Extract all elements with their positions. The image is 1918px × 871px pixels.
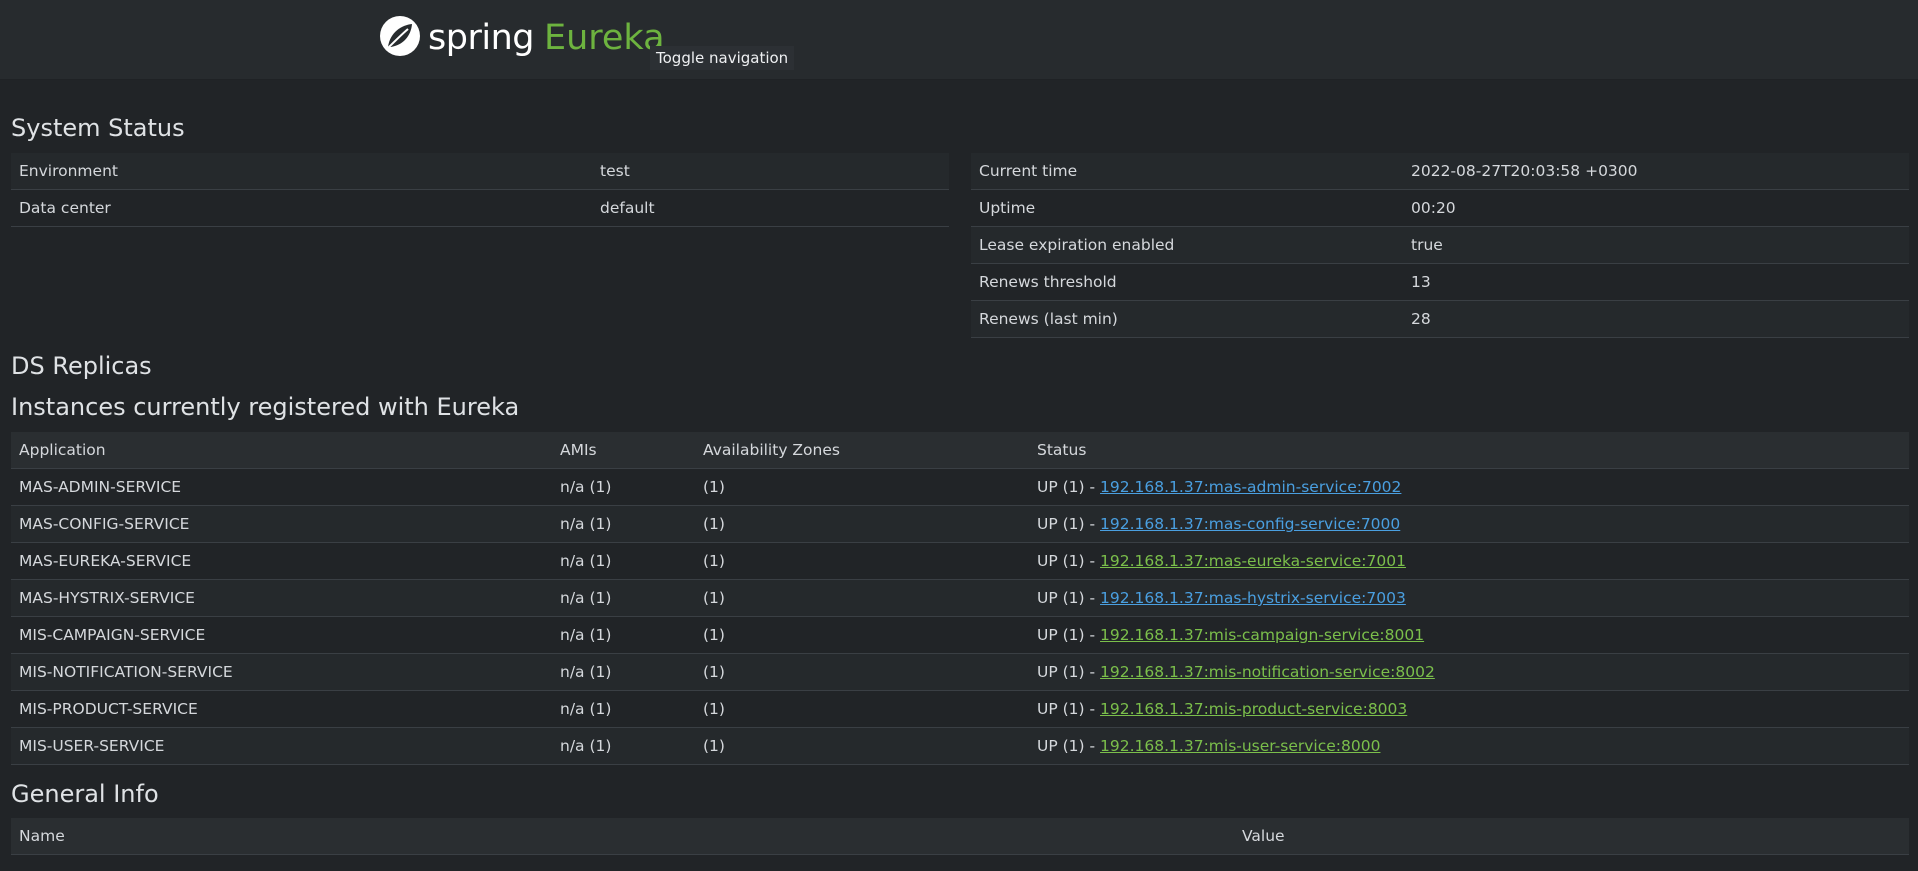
table-row: MIS-PRODUCT-SERVICE n/a (1) (1) UP (1) - 19… (11, 690, 1909, 728)
zones-cell: (1) (695, 690, 1029, 728)
general-info-table: Name Value (11, 818, 1909, 855)
zones-cell: (1) (695, 653, 1029, 691)
application-name: MIS-NOTIFICATION-SERVICE (11, 653, 552, 691)
status-text: UP (1) - (1037, 515, 1101, 533)
status-row: Environment test (11, 153, 949, 190)
column-header-application: Application (11, 432, 552, 469)
general-info-heading: General Info (11, 780, 159, 808)
status-cell: UP (1) - 192.168.1.37:mis-user-service:8… (1029, 727, 1909, 765)
table-row: MAS-HYSTRIX-SERVICE n/a (1) (1) UP (1) - 19… (11, 579, 1909, 617)
table-row: MAS-ADMIN-SERVICE n/a (1) (1) UP (1) - 192.… (11, 468, 1909, 506)
zones-cell: (1) (695, 727, 1029, 765)
instances-heading: Instances currently registered with Eure… (11, 393, 520, 421)
instance-link[interactable]: 192.168.1.37:mis-user-service:8000 (1100, 737, 1380, 755)
status-text: UP (1) - (1037, 478, 1101, 496)
status-value: test (592, 153, 949, 190)
status-row: Renews threshold 13 (971, 263, 1909, 301)
application-name: MIS-USER-SERVICE (11, 727, 552, 765)
status-cell: UP (1) - 192.168.1.37:mas-admin-service:… (1029, 468, 1909, 506)
instance-link[interactable]: 192.168.1.37:mis-notification-service:80… (1100, 663, 1435, 681)
instances-table: Application AMIs Availability Zones Stat… (11, 432, 1909, 765)
status-cell: UP (1) - 192.168.1.37:mas-hystrix-servic… (1029, 579, 1909, 617)
instance-link[interactable]: 192.168.1.37:mis-product-service:8003 (1100, 700, 1407, 718)
amis-cell: n/a (1) (552, 690, 695, 728)
application-name: MIS-CAMPAIGN-SERVICE (11, 616, 552, 654)
status-text: UP (1) - (1037, 589, 1101, 607)
instance-link[interactable]: 192.168.1.37:mas-eureka-service:7001 (1100, 552, 1406, 570)
column-header-status: Status (1029, 432, 1909, 469)
instance-link[interactable]: 192.168.1.37:mas-hystrix-service:7003 (1100, 589, 1406, 607)
status-label: Uptime (971, 189, 1403, 227)
status-text: UP (1) - (1037, 663, 1101, 681)
column-header-name: Name (11, 818, 1234, 855)
table-row: MIS-USER-SERVICE n/a (1) (1) UP (1) - 192.1… (11, 727, 1909, 765)
system-status-right-table: Current time 2022-08-27T20:03:58 +0300 Upt… (971, 153, 1909, 338)
status-cell: UP (1) - 192.168.1.37:mis-product-servic… (1029, 690, 1909, 728)
status-cell: UP (1) - 192.168.1.37:mas-config-service… (1029, 505, 1909, 543)
toggle-navigation-button[interactable]: Toggle navigation (650, 46, 795, 70)
brand-eureka-text: Eureka (543, 18, 665, 58)
table-row: MAS-EUREKA-SERVICE n/a (1) (1) UP (1) - 192… (11, 542, 1909, 580)
navbar: spring Eureka Toggle navigation (0, 0, 1918, 80)
instance-link[interactable]: 192.168.1.37:mas-config-service:7000 (1100, 515, 1400, 533)
brand-logo[interactable]: spring Eureka (378, 16, 665, 60)
status-row: Renews (last min) 28 (971, 300, 1909, 338)
application-name: MAS-ADMIN-SERVICE (11, 468, 552, 506)
general-info-header-row: Name Value (11, 818, 1909, 855)
zones-cell: (1) (695, 542, 1029, 580)
status-text: UP (1) - (1037, 737, 1101, 755)
status-value: 28 (1403, 300, 1909, 338)
system-status-left-table: Environment test Data center default (11, 153, 949, 227)
table-row: MIS-CAMPAIGN-SERVICE n/a (1) (1) UP (1) - 1… (11, 616, 1909, 654)
status-text: UP (1) - (1037, 626, 1101, 644)
brand-spring-text: spring (428, 18, 534, 58)
status-row: Current time 2022-08-27T20:03:58 +0300 (971, 153, 1909, 190)
status-cell: UP (1) - 192.168.1.37:mas-eureka-service… (1029, 542, 1909, 580)
zones-cell: (1) (695, 579, 1029, 617)
amis-cell: n/a (1) (552, 579, 695, 617)
spring-leaf-icon (378, 14, 422, 62)
table-row: MAS-CONFIG-SERVICE n/a (1) (1) UP (1) - 192… (11, 505, 1909, 543)
zones-cell: (1) (695, 505, 1029, 543)
amis-cell: n/a (1) (552, 542, 695, 580)
amis-cell: n/a (1) (552, 727, 695, 765)
status-text: UP (1) - (1037, 552, 1101, 570)
instance-link[interactable]: 192.168.1.37:mis-campaign-service:8001 (1100, 626, 1424, 644)
status-label: Current time (971, 153, 1403, 190)
application-name: MIS-PRODUCT-SERVICE (11, 690, 552, 728)
status-value: true (1403, 226, 1909, 264)
application-name: MAS-HYSTRIX-SERVICE (11, 579, 552, 617)
status-row: Lease expiration enabled true (971, 226, 1909, 264)
status-value: 2022-08-27T20:03:58 +0300 (1403, 153, 1909, 190)
status-value: 13 (1403, 263, 1909, 301)
status-cell: UP (1) - 192.168.1.37:mis-notification-s… (1029, 653, 1909, 691)
status-label: Environment (11, 153, 592, 190)
status-label: Data center (11, 189, 592, 227)
instance-link[interactable]: 192.168.1.37:mas-admin-service:7002 (1100, 478, 1401, 496)
status-text: UP (1) - (1037, 700, 1101, 718)
status-cell: UP (1) - 192.168.1.37:mis-campaign-servi… (1029, 616, 1909, 654)
status-value: default (592, 189, 949, 227)
zones-cell: (1) (695, 468, 1029, 506)
amis-cell: n/a (1) (552, 468, 695, 506)
status-row: Data center default (11, 189, 949, 227)
application-name: MAS-CONFIG-SERVICE (11, 505, 552, 543)
status-label: Lease expiration enabled (971, 226, 1403, 264)
status-label: Renews (last min) (971, 300, 1403, 338)
column-header-value: Value (1234, 818, 1909, 855)
column-header-amis: AMIs (552, 432, 695, 469)
instances-header-row: Application AMIs Availability Zones Stat… (11, 432, 1909, 469)
zones-cell: (1) (695, 616, 1029, 654)
application-name: MAS-EUREKA-SERVICE (11, 542, 552, 580)
amis-cell: n/a (1) (552, 616, 695, 654)
table-row: MIS-NOTIFICATION-SERVICE n/a (1) (1) UP (1)… (11, 653, 1909, 691)
system-status-heading: System Status (11, 114, 185, 142)
ds-replicas-heading: DS Replicas (11, 352, 152, 380)
column-header-availability-zones: Availability Zones (695, 432, 1029, 469)
status-value: 00:20 (1403, 189, 1909, 227)
status-row: Uptime 00:20 (971, 189, 1909, 227)
amis-cell: n/a (1) (552, 653, 695, 691)
amis-cell: n/a (1) (552, 505, 695, 543)
status-label: Renews threshold (971, 263, 1403, 301)
